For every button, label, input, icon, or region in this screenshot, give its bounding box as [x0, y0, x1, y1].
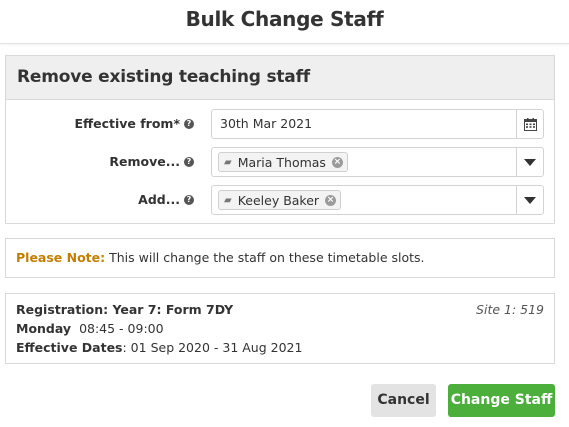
effective-dates-row: Effective Dates: 01 Sep 2020 - 31 Aug 20… [16, 338, 544, 357]
note-text: This will change the staff on these time… [109, 250, 425, 265]
staff-tag-label: Maria Thomas [237, 154, 326, 170]
help-icon[interactable]: ? [184, 195, 194, 205]
help-icon[interactable]: ? [184, 119, 194, 129]
modal-title: Bulk Change Staff [185, 7, 384, 31]
change-staff-button[interactable]: Change Staff [448, 384, 555, 417]
graduation-cap-icon: ▰ [224, 156, 232, 168]
note-label: Please Note: [16, 250, 106, 265]
dropdown-toggle[interactable] [516, 186, 543, 214]
help-icon[interactable]: ? [184, 157, 194, 167]
effective-dates-label: Effective Dates [16, 340, 123, 355]
section-title: Remove existing teaching staff [17, 67, 310, 87]
slot-day: Monday [16, 321, 72, 336]
effective-from-label-text: Effective from* [74, 116, 180, 131]
caret-down-icon [524, 196, 536, 204]
registration-label: Registration: Year 7: Form 7DY [16, 302, 234, 317]
effective-dates-value: : 01 Sep 2020 - 31 Aug 2021 [122, 340, 303, 355]
remove-staff-panel: Remove existing teaching staff Effective… [5, 55, 555, 224]
effective-from-label: Effective from* ? [74, 109, 194, 139]
add-label: Add... ? [138, 185, 194, 215]
staff-tag-label: Keeley Baker [237, 192, 320, 208]
dropdown-toggle[interactable] [516, 148, 543, 176]
add-label-text: Add... [138, 192, 180, 207]
effective-from-value: 30th Mar 2021 [220, 116, 313, 131]
slot-time-row: Monday 08:45 - 09:00 [16, 319, 544, 338]
note-panel: Please Note: This will change the staff … [5, 238, 555, 278]
add-staff-select[interactable]: ▰ Keeley Baker × [211, 185, 544, 215]
site-label: Site 1: 519 [476, 302, 544, 317]
timetable-slot-panel: Registration: Year 7: Form 7DY Site 1: 5… [5, 293, 555, 364]
caret-down-icon [524, 158, 536, 166]
graduation-cap-icon: ▰ [224, 194, 232, 206]
effective-from-field[interactable]: 30th Mar 2021 [211, 109, 544, 139]
staff-tag: ▰ Maria Thomas × [218, 152, 348, 172]
add-row: Add... ? ▰ Keeley Baker × [6, 185, 554, 215]
remove-tag-icon[interactable]: × [325, 194, 337, 206]
calendar-icon [523, 117, 537, 131]
staff-tag: ▰ Keeley Baker × [218, 190, 342, 210]
remove-row: Remove... ? ▰ Maria Thomas × [6, 147, 554, 177]
panel-header: Remove existing teaching staff [6, 56, 554, 100]
remove-label-text: Remove... [109, 154, 180, 169]
calendar-button[interactable] [516, 110, 543, 138]
remove-tag-icon[interactable]: × [331, 156, 343, 168]
slot-time: 08:45 - 09:00 [79, 321, 164, 336]
modal-header: Bulk Change Staff [0, 0, 569, 44]
remove-label: Remove... ? [109, 147, 194, 177]
remove-staff-select[interactable]: ▰ Maria Thomas × [211, 147, 544, 177]
cancel-button[interactable]: Cancel [371, 384, 436, 417]
effective-from-row: Effective from* ? 30th Mar 2021 [6, 109, 554, 139]
